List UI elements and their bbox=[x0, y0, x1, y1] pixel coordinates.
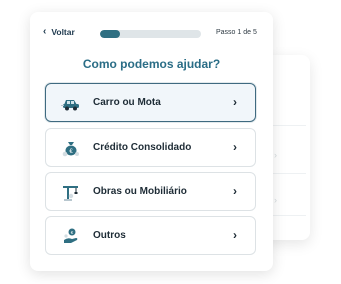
step-indicator: Passo 1 de 5 bbox=[216, 29, 257, 36]
page-title: Como podemos ajudar? bbox=[82, 57, 221, 71]
progress-bar bbox=[100, 30, 201, 38]
hand-coin-icon: € bbox=[64, 228, 78, 243]
option-credito-consolidado[interactable]: € Crédito Consolidado › bbox=[45, 128, 256, 167]
chevron-right-icon: › bbox=[233, 95, 237, 109]
option-obras-ou-mobiliario[interactable]: Obras ou Mobiliário › bbox=[45, 172, 256, 211]
help-selection-card: ‹ Voltar Passo 1 de 5 Como podemos ajuda… bbox=[30, 12, 273, 271]
chevron-right-icon: › bbox=[233, 228, 237, 242]
option-label: Obras ou Mobiliário bbox=[93, 186, 187, 197]
chevron-right-icon: › bbox=[233, 140, 237, 154]
progress-bar-fill bbox=[100, 30, 121, 38]
option-carro-ou-mota[interactable]: Carro ou Mota › bbox=[45, 83, 256, 122]
chevron-left-icon: ‹ bbox=[43, 26, 47, 37]
crane-icon bbox=[63, 186, 78, 201]
back-label: Voltar bbox=[51, 27, 75, 37]
option-label: Carro ou Mota bbox=[93, 97, 161, 108]
money-bag-icon: € bbox=[62, 142, 79, 157]
option-outros[interactable]: € Outros › bbox=[45, 216, 256, 255]
option-label: Outros bbox=[93, 230, 126, 241]
option-label: Crédito Consolidado bbox=[93, 142, 192, 153]
chevron-right-icon: › bbox=[274, 195, 277, 205]
chevron-right-icon: › bbox=[233, 184, 237, 198]
car-icon bbox=[61, 100, 79, 111]
chevron-right-icon: › bbox=[274, 150, 277, 160]
back-button[interactable]: ‹ Voltar bbox=[43, 26, 75, 38]
